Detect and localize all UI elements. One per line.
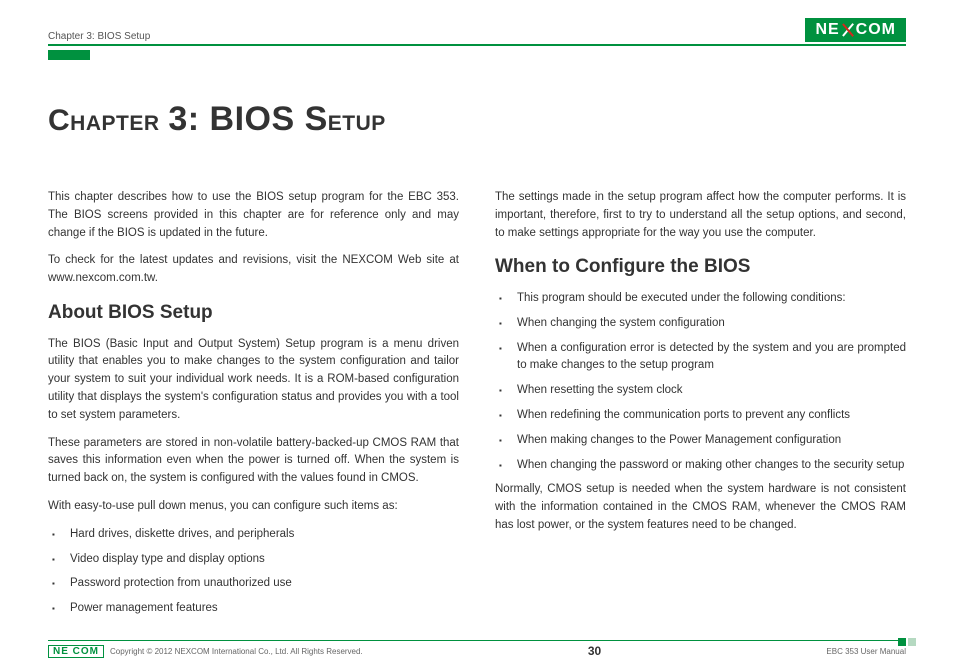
header-chapter-label: Chapter 3: BIOS Setup bbox=[48, 31, 150, 42]
about-para-2: These parameters are stored in non-volat… bbox=[48, 435, 459, 488]
when-closing-para: Normally, CMOS setup is needed when the … bbox=[495, 481, 906, 534]
logo-x-icon bbox=[841, 23, 855, 37]
footer-copyright: Copyright © 2012 NEXCOM International Co… bbox=[110, 647, 363, 656]
about-para-3: With easy-to-use pull down menus, you ca… bbox=[48, 498, 459, 516]
page-end-marker-icon bbox=[908, 638, 916, 646]
list-item: When redefining the communication ports … bbox=[509, 407, 906, 425]
intro-para-1: This chapter describes how to use the BI… bbox=[48, 189, 459, 242]
header-accent-bar bbox=[48, 50, 90, 60]
list-item: This program should be executed under th… bbox=[509, 290, 906, 308]
heading-about-bios: About BIOS Setup bbox=[48, 298, 459, 327]
heading-when-configure: When to Configure the BIOS bbox=[495, 252, 906, 281]
list-item: When making changes to the Power Managem… bbox=[509, 432, 906, 450]
list-item: Video display type and display options bbox=[62, 551, 459, 569]
intro-para-2: To check for the latest updates and revi… bbox=[48, 252, 459, 288]
footer-logo: NE COM bbox=[48, 645, 104, 658]
config-items-list: Hard drives, diskette drives, and periph… bbox=[48, 526, 459, 618]
list-item: Hard drives, diskette drives, and periph… bbox=[62, 526, 459, 544]
logo-text-right: COM bbox=[856, 21, 896, 39]
footer: NE COM Copyright © 2012 NEXCOM Internati… bbox=[48, 640, 906, 658]
footer-manual-name: EBC 353 User Manual bbox=[826, 647, 906, 656]
footer-page-number: 30 bbox=[588, 644, 601, 658]
brand-logo: NE COM bbox=[805, 18, 906, 42]
list-item: When a configuration error is detected b… bbox=[509, 340, 906, 376]
list-item: When resetting the system clock bbox=[509, 382, 906, 400]
list-item: When changing the password or making oth… bbox=[509, 457, 906, 475]
list-item: Power management features bbox=[62, 600, 459, 618]
header: Chapter 3: BIOS Setup NE COM bbox=[48, 18, 906, 46]
right-intro-para: The settings made in the setup program a… bbox=[495, 189, 906, 242]
chapter-title: Chapter 3: BIOS Setup bbox=[48, 100, 906, 139]
page: Chapter 3: BIOS Setup NE COM Chapter 3: … bbox=[0, 0, 954, 672]
left-column: This chapter describes how to use the BI… bbox=[48, 189, 459, 625]
footer-row: NE COM Copyright © 2012 NEXCOM Internati… bbox=[48, 640, 906, 658]
list-item: When changing the system configuration bbox=[509, 315, 906, 333]
about-para-1: The BIOS (Basic Input and Output System)… bbox=[48, 336, 459, 425]
list-item: Password protection from unauthorized us… bbox=[62, 575, 459, 593]
logo-text-left: NE bbox=[815, 21, 839, 39]
when-list: This program should be executed under th… bbox=[495, 290, 906, 475]
footer-left: NE COM Copyright © 2012 NEXCOM Internati… bbox=[48, 645, 363, 658]
content-columns: This chapter describes how to use the BI… bbox=[48, 189, 906, 625]
right-column: The settings made in the setup program a… bbox=[495, 189, 906, 625]
